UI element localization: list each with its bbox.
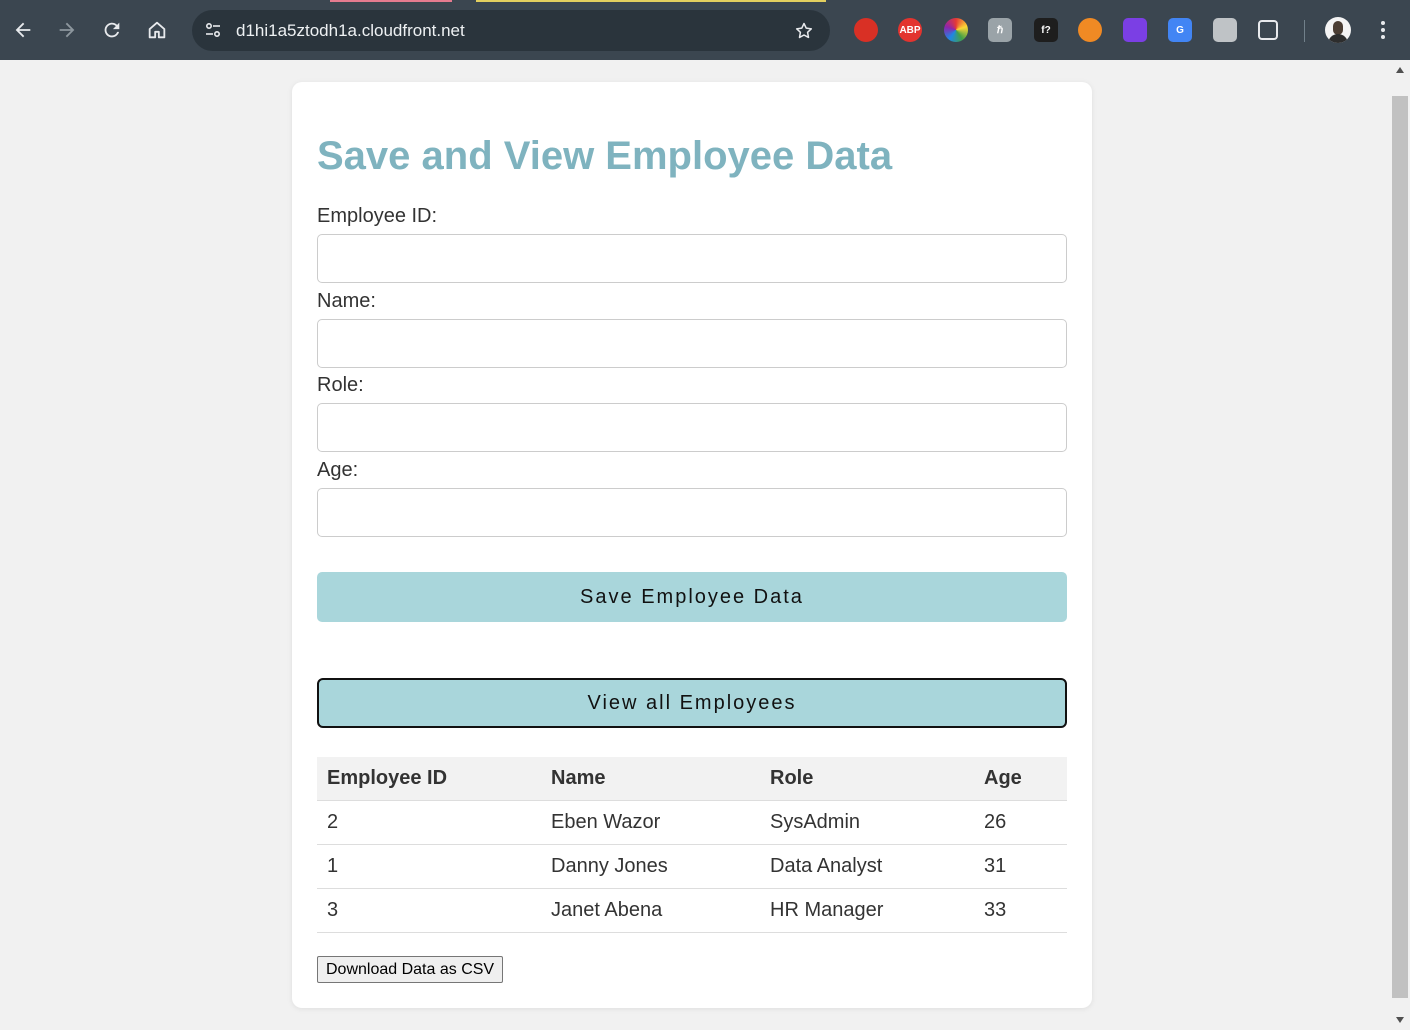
age-label: Age:: [317, 459, 359, 481]
adblock-plus-extension-icon[interactable]: ABP: [898, 18, 922, 42]
forward-button[interactable]: [52, 15, 82, 45]
column-header-employee-id: Employee ID: [317, 757, 541, 801]
address-bar[interactable]: d1hi1a5ztodh1a.cloudfront.net: [192, 10, 830, 51]
purple-extension-icon[interactable]: [1123, 18, 1147, 42]
browser-menu-icon[interactable]: [1372, 18, 1394, 42]
table-row: 2 Eben Wazor SysAdmin 26: [317, 800, 1067, 845]
employee-card: Save and View Employee Data Employee ID:…: [292, 82, 1092, 1008]
name-label: Name:: [317, 290, 376, 312]
google-translate-extension-icon[interactable]: G: [1168, 18, 1192, 42]
role-input[interactable]: [317, 403, 1067, 452]
employees-table: Employee ID Name Role Age 2 Eben Wazor S…: [317, 757, 1067, 933]
tab-indicator: [330, 0, 452, 2]
profile-avatar[interactable]: [1325, 17, 1351, 43]
column-header-role: Role: [760, 757, 974, 801]
arrow-left-icon: [15, 22, 31, 38]
browser-toolbar: d1hi1a5ztodh1a.cloudfront.net ABP ℏ f? G: [0, 0, 1410, 60]
cell-age: 33: [974, 888, 1067, 933]
arrow-right-icon: [59, 22, 75, 38]
scroll-thumb[interactable]: [1392, 96, 1408, 998]
url-text[interactable]: d1hi1a5ztodh1a.cloudfront.net: [236, 21, 465, 41]
save-employee-button[interactable]: Save Employee Data: [317, 572, 1067, 622]
scroll-up-arrow-icon[interactable]: [1396, 67, 1404, 73]
cell-name: Danny Jones: [541, 844, 760, 889]
tab-indicator: [476, 0, 826, 2]
h-extension-icon[interactable]: ℏ: [988, 18, 1012, 42]
site-info-icon[interactable]: [202, 19, 224, 41]
reload-button[interactable]: [97, 15, 127, 45]
table-row: 1 Danny Jones Data Analyst 31: [317, 844, 1067, 889]
cell-name: Janet Abena: [541, 888, 760, 933]
firefox-relay-extension-icon[interactable]: [1078, 18, 1102, 42]
cell-role: Data Analyst: [760, 844, 974, 889]
page-title: Save and View Employee Data: [317, 134, 893, 178]
cell-age: 26: [974, 800, 1067, 845]
role-label: Role:: [317, 374, 364, 396]
view-all-employees-button[interactable]: View all Employees: [317, 678, 1067, 728]
home-icon: [148, 21, 166, 39]
cell-employee-id: 2: [317, 800, 541, 845]
download-csv-button[interactable]: Download Data as CSV: [317, 956, 504, 983]
bookmark-star-icon[interactable]: [792, 19, 816, 43]
back-button[interactable]: [8, 15, 38, 45]
employee-id-label: Employee ID:: [317, 205, 438, 227]
name-input[interactable]: [317, 319, 1067, 368]
cell-name: Eben Wazor: [541, 800, 760, 845]
font-finder-extension-icon[interactable]: f?: [1034, 18, 1058, 42]
cell-employee-id: 3: [317, 888, 541, 933]
toolbar-divider: [1304, 20, 1305, 42]
table-header-row: Employee ID Name Role Age: [317, 757, 1067, 801]
column-header-name: Name: [541, 757, 760, 801]
camera-extension-icon[interactable]: [1213, 18, 1237, 42]
home-button[interactable]: [142, 15, 172, 45]
reload-icon: [104, 22, 120, 38]
employee-id-input[interactable]: [317, 234, 1067, 283]
cell-role: SysAdmin: [760, 800, 974, 845]
color-wheel-extension-icon[interactable]: [944, 18, 968, 42]
column-header-age: Age: [974, 757, 1067, 801]
table-row: 3 Janet Abena HR Manager 33: [317, 888, 1067, 933]
stop-hand-extension-icon[interactable]: [854, 18, 878, 42]
page-scrollbar[interactable]: [1391, 60, 1410, 1030]
scroll-down-arrow-icon[interactable]: [1396, 1017, 1404, 1023]
cell-age: 31: [974, 844, 1067, 889]
extensions-puzzle-icon[interactable]: [1258, 20, 1278, 40]
age-input[interactable]: [317, 488, 1067, 537]
cell-employee-id: 1: [317, 844, 541, 889]
cell-role: HR Manager: [760, 888, 974, 933]
